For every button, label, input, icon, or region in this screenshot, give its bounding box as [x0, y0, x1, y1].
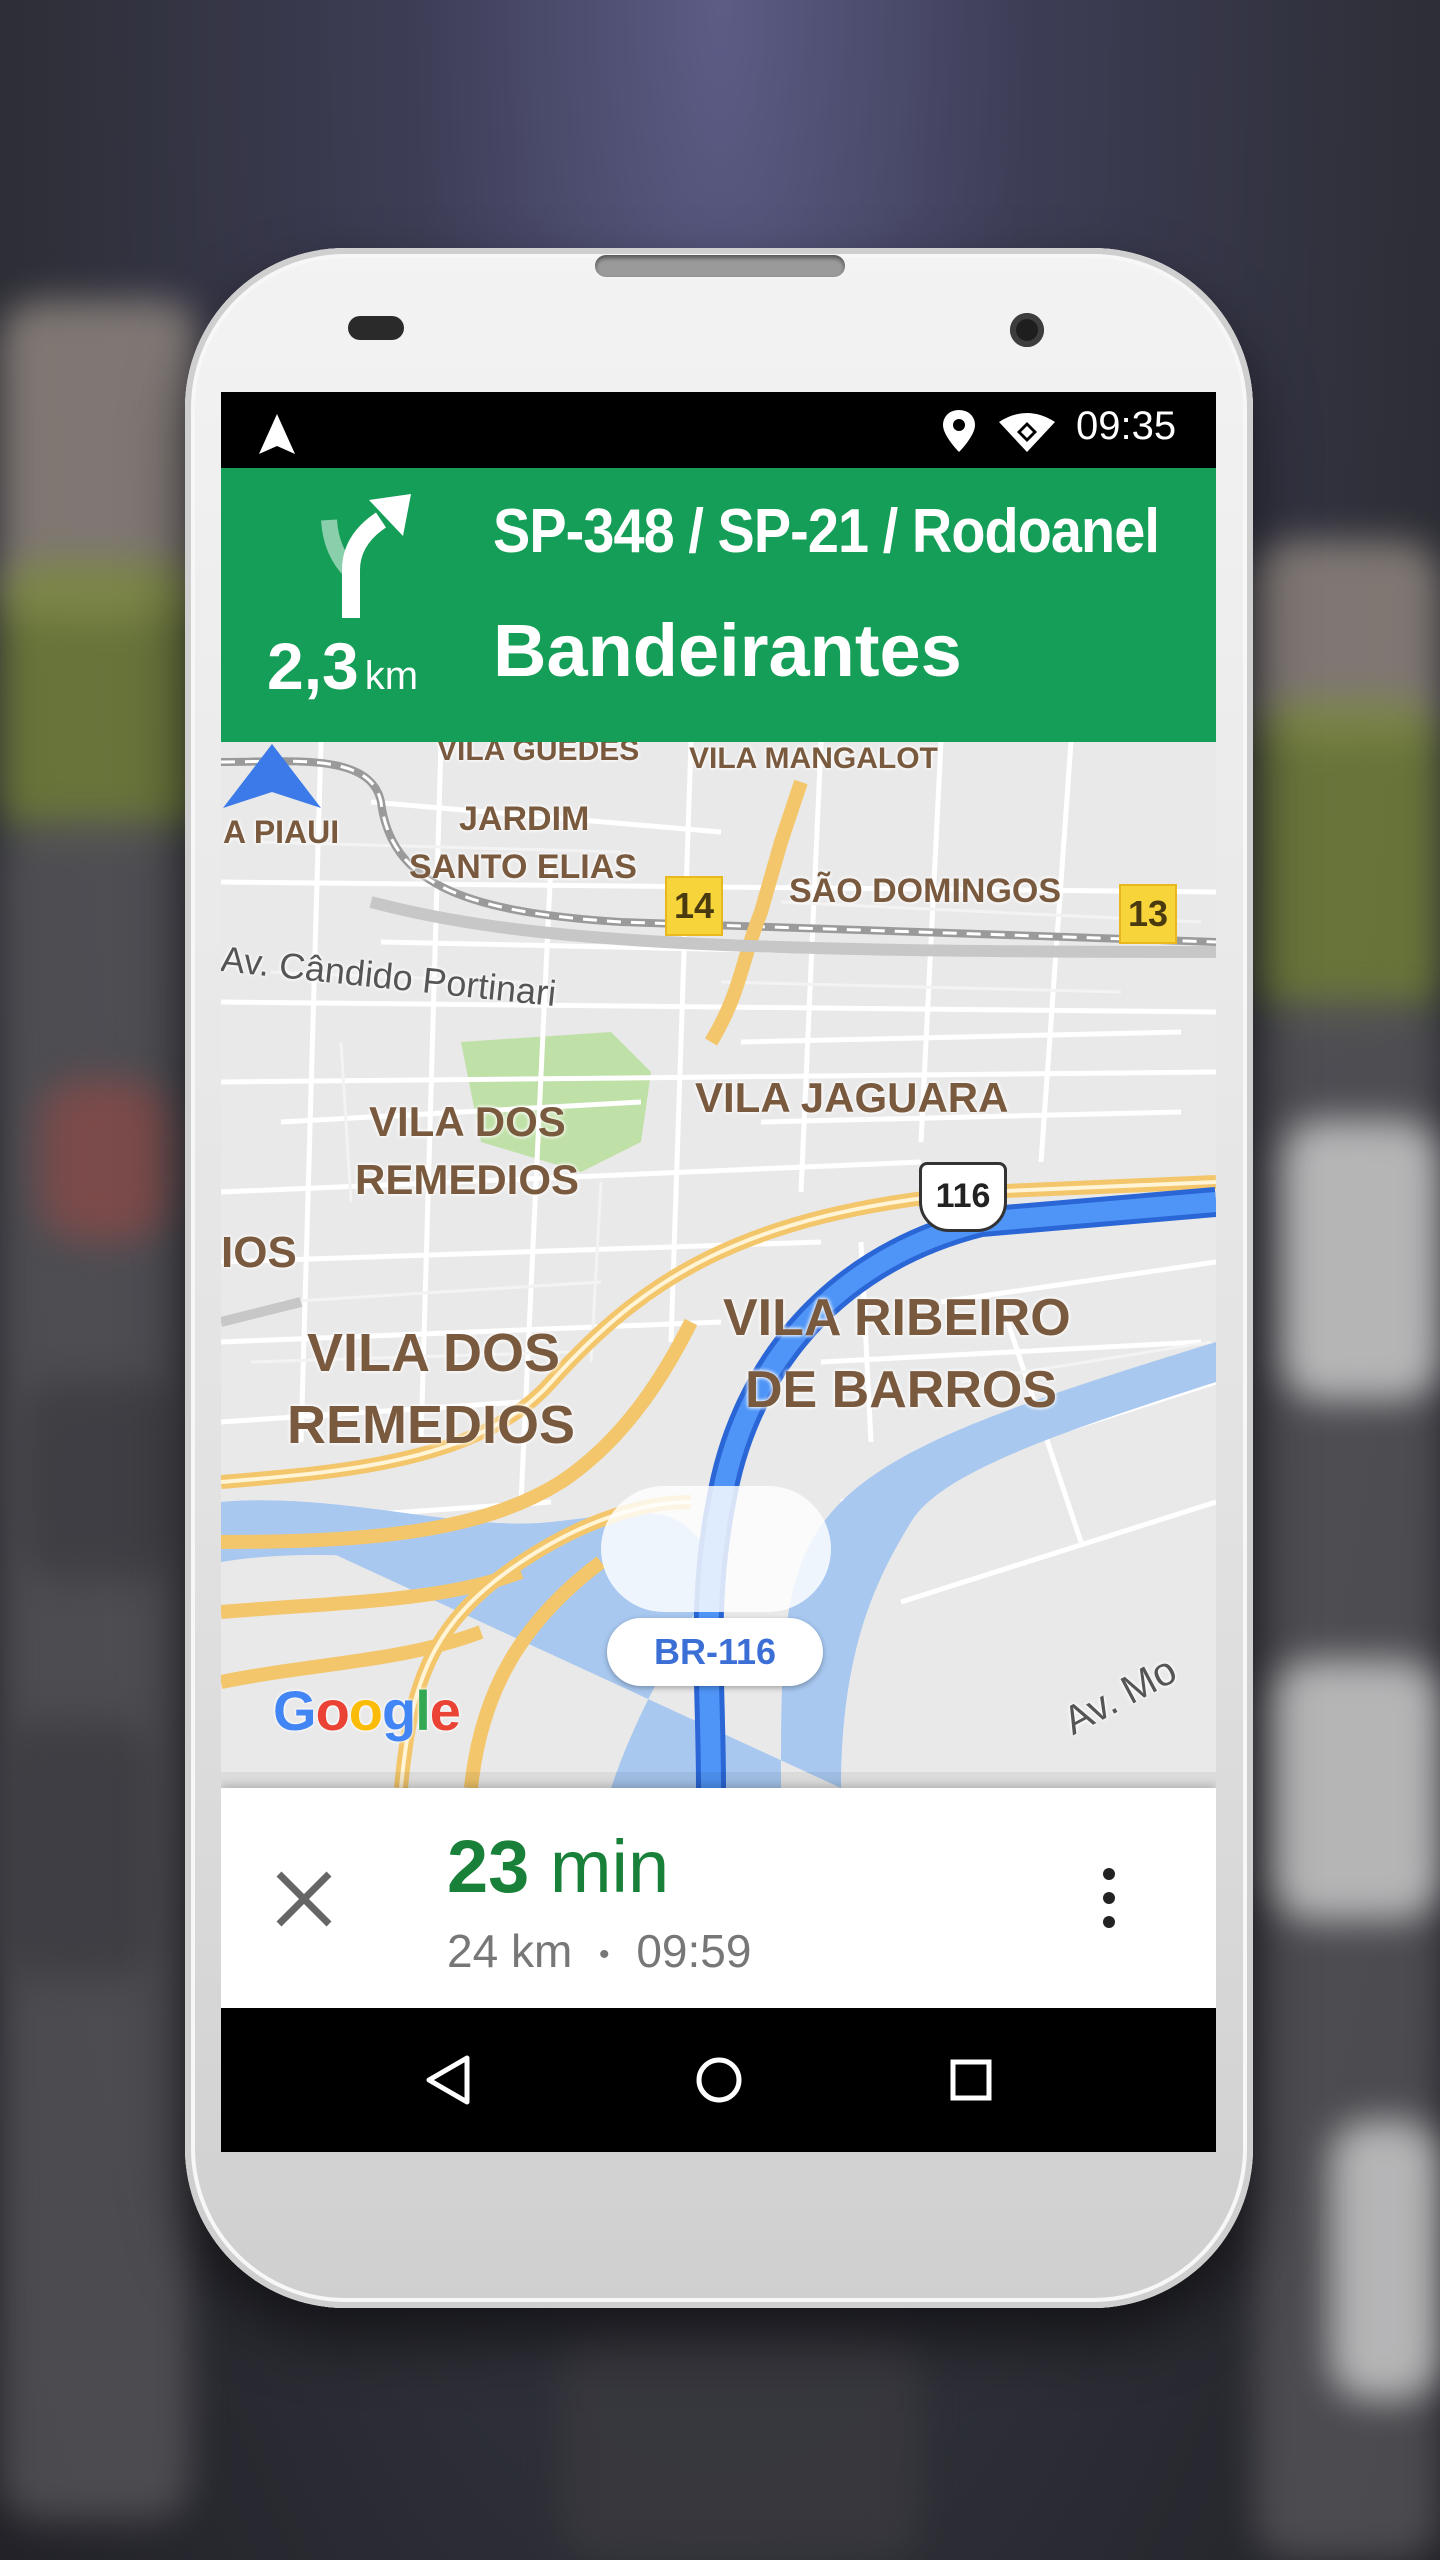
background-car	[1270, 1660, 1440, 1920]
map-label-de-barros: DE BARROS	[745, 1361, 1058, 1419]
background-car	[40, 1080, 170, 1240]
eta-detail: 24 km • 09:59	[447, 1924, 751, 1978]
map-label-jardim: JARDIM	[459, 800, 590, 838]
turn-road-line1: SP-348 / SP-21 / Rodoanel	[493, 497, 1160, 566]
trip-distance: 24 km	[447, 1925, 573, 1977]
map-label-piaui: A PIAUI	[223, 814, 340, 850]
home-icon[interactable]	[691, 2052, 747, 2108]
google-logo: Google	[273, 1679, 461, 1742]
turn-slight-right-icon	[321, 494, 411, 618]
android-navigation-bar	[221, 2008, 1216, 2152]
map-label-vila-mangalot: VILA MANGALOT	[689, 742, 938, 775]
phone-screen: 09:35 2,3 km SP-348 / SP-21 / Rodoanel Ba…	[221, 392, 1216, 2152]
background-road	[0, 820, 190, 2520]
proximity-sensor	[348, 316, 404, 340]
status-clock: 09:35	[1076, 404, 1177, 448]
next-turn-banner[interactable]: 2,3 km SP-348 / SP-21 / Rodoanel Bandeira…	[221, 468, 1216, 742]
map-label-vila-guedes: VILA GUEDES	[437, 742, 640, 767]
recent-apps-icon[interactable]	[945, 2054, 997, 2106]
background-car	[0, 1720, 150, 1980]
earpiece-speaker	[595, 255, 845, 277]
exit-shield-13: 13	[1119, 884, 1177, 944]
front-camera	[1010, 313, 1044, 347]
trip-separator: •	[599, 1937, 610, 1971]
current-location-puck	[601, 1486, 831, 1612]
more-options-icon[interactable]	[1089, 1858, 1129, 1938]
turn-distance-unit: km	[364, 654, 419, 698]
back-icon[interactable]	[421, 2052, 477, 2108]
exit-shield-14: 14	[665, 876, 723, 936]
map-label-vila-dos-1: VILA DOS	[369, 1098, 566, 1145]
location-pin-icon	[943, 410, 975, 452]
background-car	[560, 2330, 920, 2560]
navigation-arrow-icon	[259, 414, 295, 454]
background-car	[20, 1380, 180, 1580]
map-label-sao-domingos: SÃO DOMINGOS	[789, 872, 1062, 910]
wifi-icon	[999, 413, 1055, 452]
map-label-vila-jaguara: VILA JAGUARA	[695, 1074, 1009, 1121]
eta-minutes: 23	[447, 1825, 530, 1908]
close-icon[interactable]	[271, 1866, 337, 1932]
trip-summary-sheet[interactable]: 23 min 24 km • 09:59	[221, 1788, 1216, 2008]
navigation-chevron-icon	[223, 744, 321, 808]
turn-road-line2: Bandeirantes	[493, 609, 962, 692]
map-label-remedios-2: REMEDIOS	[287, 1395, 576, 1455]
background-trees	[0, 560, 200, 840]
map-view[interactable]: VILA GUEDES VILA MANGALOT A PIAUI JARDIM…	[221, 742, 1216, 1788]
map-label-remedios-1: REMEDIOS	[355, 1156, 580, 1203]
turn-distance: 2,3 km	[267, 628, 418, 704]
map-label-ios: IOS	[221, 1228, 297, 1277]
background-trees	[1255, 700, 1440, 1020]
map-label-vila-dos-2: VILA DOS	[307, 1323, 561, 1383]
current-road-label: BR-116	[607, 1618, 823, 1686]
status-bar: 09:35	[221, 392, 1216, 468]
eta-unit: min	[549, 1825, 670, 1908]
map-label-vila-ribeiro: VILA RIBEIRO	[723, 1289, 1071, 1347]
map-label-santo-elias: SANTO ELIAS	[409, 848, 637, 886]
highway-shield-116: 116	[919, 1162, 1007, 1232]
background-truck	[1280, 1120, 1440, 1400]
arrival-time: 09:59	[636, 1925, 752, 1977]
background-car	[1330, 2120, 1440, 2400]
turn-distance-value: 2,3	[267, 629, 359, 703]
eta-duration: 23 min	[447, 1824, 669, 1909]
